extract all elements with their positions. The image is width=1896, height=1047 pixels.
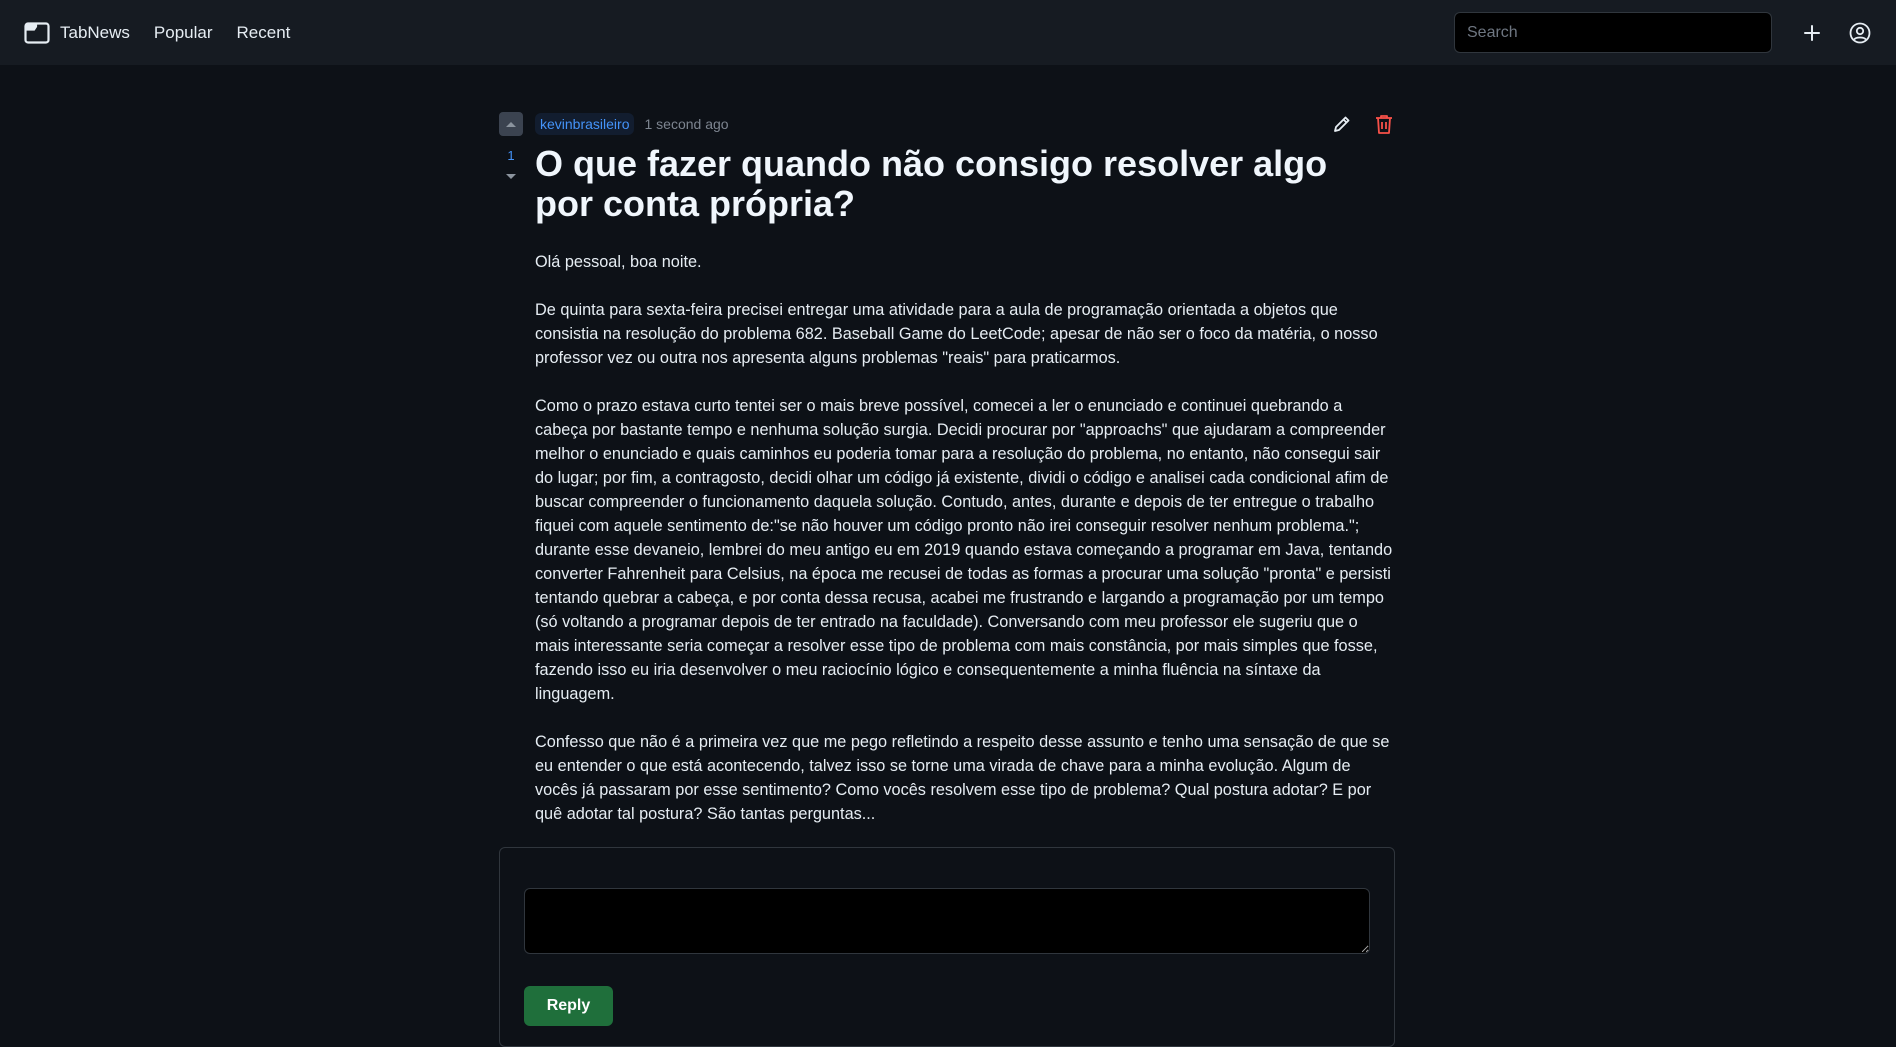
post-actions (1331, 113, 1395, 135)
nav-popular[interactable]: Popular (154, 23, 213, 43)
user-circle-icon[interactable] (1848, 21, 1872, 45)
upvote-icon[interactable] (499, 112, 523, 136)
post: 1 kevinbrasileiro 1 second ago O que faz… (499, 106, 1395, 850)
post-paragraph: De quinta para sexta-feira precisei entr… (535, 301, 1378, 367)
nav-recent[interactable]: Recent (237, 23, 291, 43)
pencil-icon[interactable] (1331, 113, 1353, 135)
vote-column: 1 (499, 112, 523, 850)
trash-icon[interactable] (1373, 113, 1395, 135)
post-paragraph: Como o prazo estava curto tentei ser o m… (535, 397, 1393, 703)
downvote-icon[interactable] (499, 167, 523, 187)
logo-text: TabNews (60, 22, 130, 42)
post-body: Olá pessoal, boa noite. De quinta para s… (535, 250, 1395, 826)
vote-count: 1 (507, 148, 515, 163)
plus-icon[interactable] (1800, 21, 1824, 45)
post-meta: kevinbrasileiro 1 second ago (535, 106, 1395, 142)
reply-box: Reply (499, 847, 1395, 1047)
post-content: kevinbrasileiro 1 second ago O que fazer… (535, 106, 1395, 850)
reply-button[interactable]: Reply (524, 986, 613, 1026)
search-input[interactable] (1454, 12, 1772, 53)
post-title: O que fazer quando não consigo resolver … (535, 143, 1328, 224)
post-time: 1 second ago (644, 116, 729, 132)
post-paragraph: Olá pessoal, boa noite. (535, 253, 702, 271)
author-badge[interactable]: kevinbrasileiro (535, 113, 635, 135)
main-content: 1 kevinbrasileiro 1 second ago O que faz… (499, 65, 1395, 1047)
reply-textarea[interactable] (524, 888, 1370, 954)
header-right (1454, 12, 1872, 53)
logo-link[interactable]: TabNews (24, 21, 130, 45)
post-paragraph: Confesso que não é a primeira vez que me… (535, 733, 1390, 823)
top-navbar: TabNews Popular Recent (0, 0, 1896, 65)
folder-icon (24, 21, 52, 45)
